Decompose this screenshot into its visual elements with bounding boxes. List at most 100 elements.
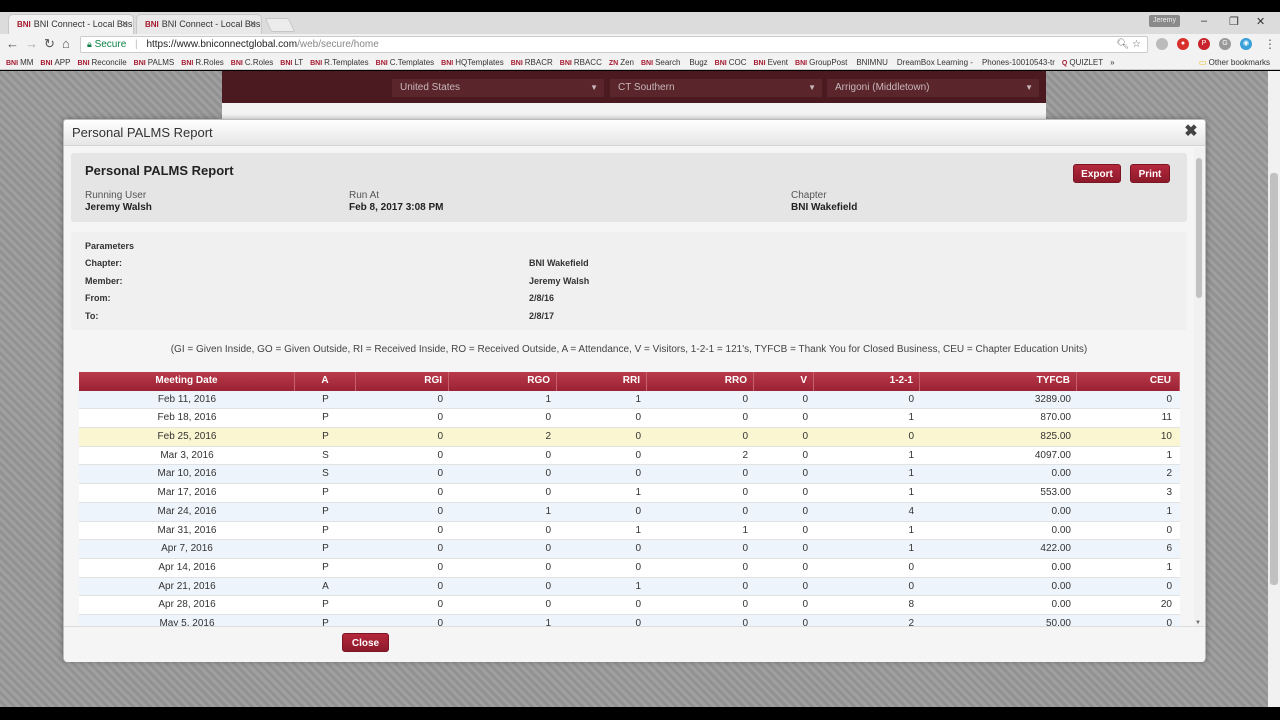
zoom-icon[interactable]: 🔍︎ — [1117, 39, 1130, 50]
cell-visitors: 0 — [802, 617, 808, 626]
bookmark-favicon-icon: BNI — [641, 60, 654, 67]
region-select[interactable]: CT Southern ▼ — [610, 79, 822, 97]
modal-close-icon[interactable]: ✖ — [1183, 124, 1199, 140]
table-row[interactable]: Feb 11, 2016 P 0 1 1 0 0 0 3289.00 0 — [79, 390, 1180, 410]
bookmark-star-icon[interactable]: ☆ — [1132, 39, 1141, 50]
column-header-tyfcb[interactable]: TYFCB — [920, 372, 1077, 391]
column-header-rro[interactable]: RRO — [647, 372, 754, 391]
cell-tyfcb: 0.00 — [1051, 599, 1071, 611]
new-tab-button[interactable] — [264, 18, 296, 32]
close-tab-icon[interactable]: × — [250, 18, 256, 30]
chevron-down-icon: ▼ — [1025, 83, 1033, 92]
browser-tab-2[interactable]: BNI BNI Connect - Local Busi × — [136, 14, 262, 34]
column-header-visitors[interactable]: V — [754, 372, 814, 391]
extension-g-icon[interactable]: G — [1219, 38, 1231, 50]
close-button[interactable]: Close — [342, 633, 389, 652]
cell-rgi: 0 — [437, 543, 443, 555]
table-row[interactable]: Apr 7, 2016 P 0 0 0 0 0 1 422.00 6 — [79, 540, 1180, 559]
bookmarks-overflow-icon[interactable]: » — [1110, 55, 1114, 69]
home-icon[interactable]: ⌂ — [62, 37, 70, 51]
restore-icon[interactable]: ❐ — [1229, 15, 1239, 28]
cell-rri: 1 — [635, 393, 641, 405]
forward-arrow-icon[interactable]: → — [25, 37, 38, 51]
bookmark-favicon-icon: BNI — [441, 60, 454, 67]
modal-scrollbar-thumb[interactable] — [1196, 158, 1202, 298]
cell-one-to-one: 1 — [908, 524, 914, 536]
bookmark-item[interactable]: BNI R.Roles — [181, 55, 224, 69]
table-row[interactable]: Mar 31, 2016 P 0 0 1 1 0 1 0.00 0 — [79, 521, 1180, 541]
table-row[interactable]: Apr 21, 2016 A 0 0 1 0 0 0 0.00 0 — [79, 577, 1180, 597]
cell-attendance: P — [322, 431, 329, 443]
export-button[interactable]: Export — [1073, 164, 1121, 183]
pinterest-icon[interactable]: P — [1198, 38, 1210, 50]
address-bar[interactable]: 🔒︎ Secure | https://www.bniconnectglobal… — [80, 36, 1148, 53]
table-row[interactable]: Mar 24, 2016 P 0 1 0 0 0 4 0.00 1 — [79, 502, 1180, 522]
table-row[interactable]: Apr 14, 2016 P 0 0 0 0 0 0 0.00 1 — [79, 558, 1180, 578]
print-button[interactable]: Print — [1130, 164, 1170, 183]
browser-tab-1[interactable]: BNI BNI Connect - Local Busi × — [8, 14, 134, 34]
bookmark-item[interactable]: BNI C.Roles — [231, 55, 274, 69]
bookmark-item[interactable]: BNI R.Templates — [310, 55, 369, 69]
bookmark-item[interactable]: BNIMNU — [854, 55, 888, 69]
bookmark-item[interactable]: BNI RBACR — [511, 55, 553, 69]
column-header-rri[interactable]: RRI — [557, 372, 647, 391]
bookmark-item[interactable]: Bugz — [687, 55, 707, 69]
reload-icon[interactable]: ↻ — [44, 37, 55, 51]
column-header-meeting-date[interactable]: Meeting Date — [79, 372, 295, 391]
modal-body: Personal PALMS Report Export Print Runni… — [71, 153, 1195, 626]
table-row[interactable]: Feb 25, 2016 P 0 2 0 0 0 0 825.00 10 — [79, 428, 1180, 447]
page-scrollbar-thumb[interactable] — [1270, 173, 1278, 585]
bookmark-item[interactable]: BNI APP — [40, 55, 70, 69]
country-select[interactable]: United States ▼ — [392, 79, 604, 97]
browser-toolbar: ← → ↻ ⌂ 🔒︎ Secure | https://www.bniconne… — [0, 34, 1280, 55]
cell-visitors: 0 — [802, 543, 808, 555]
bookmark-item[interactable]: BNI Search — [641, 55, 680, 69]
chrome-menu-icon[interactable]: ⋮ — [1264, 37, 1276, 51]
other-bookmarks[interactable]: ▭ Other bookmarks — [1192, 55, 1270, 69]
column-header-rgi[interactable]: RGI — [356, 372, 449, 391]
bookmark-item[interactable]: BNI COC — [715, 55, 747, 69]
table-row[interactable]: Mar 17, 2016 P 0 0 1 0 0 1 553.00 3 — [79, 484, 1180, 503]
close-tab-icon[interactable]: × — [122, 18, 128, 30]
bookmark-item[interactable]: DreamBox Learning - — [895, 55, 973, 69]
window-close-icon[interactable]: ✕ — [1256, 15, 1265, 28]
cell-rgi: 0 — [437, 580, 443, 592]
abbreviation-legend: (GI = Given Inside, GO = Given Outside, … — [170, 344, 1088, 355]
bookmark-item[interactable]: Phones-10010543-tr — [980, 55, 1055, 69]
modal-scrollbar[interactable]: ▼ — [1194, 148, 1204, 626]
bookmark-item[interactable]: BNI LT — [280, 55, 303, 69]
column-header-ceu[interactable]: CEU — [1077, 372, 1180, 391]
table-row[interactable]: Apr 28, 2016 P 0 0 0 0 0 8 0.00 20 — [79, 596, 1180, 615]
back-arrow-icon[interactable]: ← — [6, 37, 19, 51]
bookmark-label: Event — [767, 58, 789, 67]
minimize-icon[interactable]: – — [1201, 15, 1207, 27]
bookmark-item[interactable]: BNI GroupPost — [795, 55, 847, 69]
table-header-row: Meeting Date A RGI RGO RRI RRO V 1-2-1 TYFCB CEU — [79, 372, 1180, 391]
page-scrollbar[interactable] — [1268, 71, 1280, 707]
bookmark-item[interactable]: BNI PALMS — [134, 55, 175, 69]
column-header-attendance[interactable]: A — [295, 372, 356, 391]
table-row[interactable]: Feb 18, 2016 P 0 0 0 0 0 1 870.00 11 — [79, 409, 1180, 429]
bookmark-item[interactable]: ZN Zen — [609, 55, 634, 69]
bookmark-item[interactable]: BNI HQTemplates — [441, 55, 504, 69]
adblock-icon[interactable]: ● — [1177, 38, 1189, 50]
bookmark-item[interactable]: BNI C.Templates — [376, 55, 435, 69]
cell-attendance: P — [322, 543, 329, 555]
table-row[interactable]: May 5, 2016 P 0 1 0 0 0 2 50.00 0 — [79, 614, 1180, 626]
extension-icon[interactable] — [1156, 38, 1168, 50]
bookmark-item[interactable]: Q QUIZLET — [1062, 55, 1103, 69]
bookmark-favicon-icon: BNI — [310, 60, 323, 67]
column-header-rgo[interactable]: RGO — [449, 372, 557, 391]
param-chapter-value: BNI Wakefield — [529, 258, 589, 268]
extension-globe-icon[interactable]: ◉ — [1240, 38, 1252, 50]
column-header-one-to-one[interactable]: 1-2-1 — [814, 372, 920, 391]
chapter-select[interactable]: Arrigoni (Middletown) ▼ — [827, 79, 1039, 97]
bookmark-item[interactable]: BNI MM — [6, 55, 33, 69]
bookmark-item[interactable]: BNI Reconcile — [77, 55, 126, 69]
profile-badge[interactable]: Jeremy — [1149, 15, 1180, 27]
table-row[interactable]: Mar 10, 2016 S 0 0 0 0 0 1 0.00 2 — [79, 465, 1180, 485]
bookmark-item[interactable]: BNI Event — [754, 55, 789, 69]
bookmark-item[interactable]: BNI RBACC — [560, 55, 602, 69]
cell-rgo: 0 — [545, 561, 551, 573]
table-row[interactable]: Mar 3, 2016 S 0 0 0 2 0 1 4097.00 1 — [79, 446, 1180, 466]
